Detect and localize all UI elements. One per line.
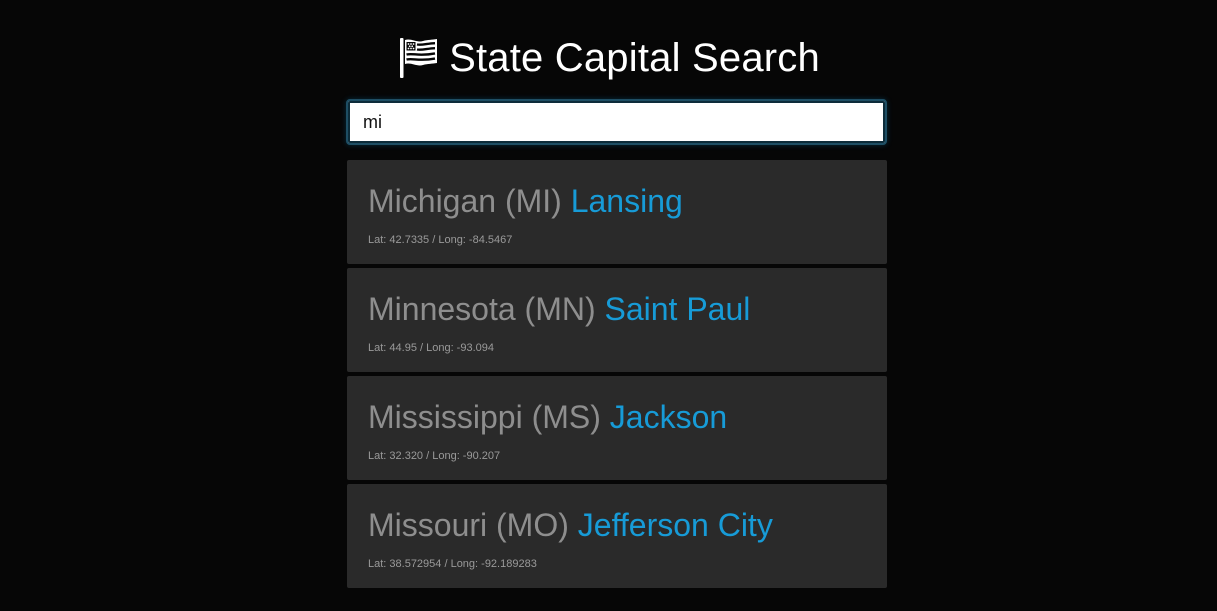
app: State Capital Search Michigan (MI) Lansi…: [0, 0, 1217, 611]
capital-name: Jackson: [609, 399, 728, 435]
result-heading: Missouri (MO) Jefferson City: [368, 505, 866, 545]
result-card-minnesota[interactable]: Minnesota (MN) Saint Paul Lat: 44.95 / L…: [347, 268, 887, 372]
result-heading: Mississippi (MS) Jackson: [368, 397, 866, 437]
search-input[interactable]: [346, 99, 887, 145]
coordinates: Lat: 38.572954 / Long: -92.189283: [368, 558, 537, 570]
result-heading: Michigan (MI) Lansing: [368, 181, 866, 221]
coordinates: Lat: 42.7335 / Long: -84.5467: [368, 234, 513, 246]
state-name: Michigan (MI): [368, 183, 562, 219]
header: State Capital Search: [0, 30, 1217, 86]
result-card-missouri[interactable]: Missouri (MO) Jefferson City Lat: 38.572…: [347, 484, 887, 588]
capital-name: Saint Paul: [604, 291, 751, 327]
coordinates: Lat: 44.95 / Long: -93.094: [368, 342, 494, 354]
state-name: Missouri (MO): [368, 507, 569, 543]
results-list: Michigan (MI) Lansing Lat: 42.7335 / Lon…: [347, 160, 887, 592]
coordinates: Lat: 32.320 / Long: -90.207: [368, 450, 501, 462]
search-box: [346, 99, 887, 145]
state-name: Mississippi (MS): [368, 399, 601, 435]
capital-name: Lansing: [570, 183, 683, 219]
state-name: Minnesota (MN): [368, 291, 596, 327]
result-card-mississippi[interactable]: Mississippi (MS) Jackson Lat: 32.320 / L…: [347, 376, 887, 480]
capital-name: Jefferson City: [577, 507, 773, 543]
result-heading: Minnesota (MN) Saint Paul: [368, 289, 866, 329]
page-title: State Capital Search: [449, 36, 820, 80]
result-card-michigan[interactable]: Michigan (MI) Lansing Lat: 42.7335 / Lon…: [347, 160, 887, 264]
flag-icon: [397, 37, 439, 79]
